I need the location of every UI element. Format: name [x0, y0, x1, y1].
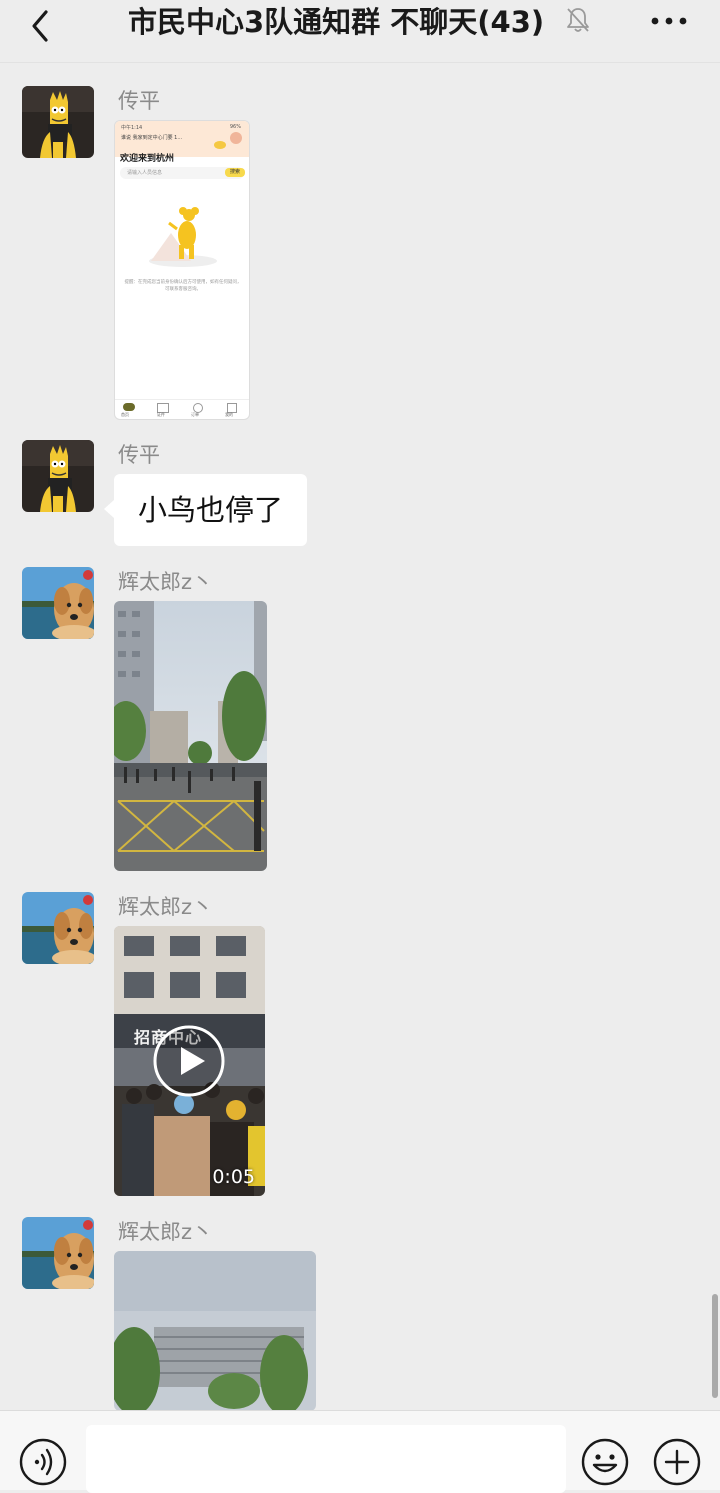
- play-icon[interactable]: [152, 1024, 226, 1098]
- screenshot-tab-label: 订单: [191, 412, 199, 417]
- image-message-screenshot[interactable]: 中午1:14 96% 谁说 我家到定中心门要 1... 欢迎来到杭州 请输入人员…: [114, 120, 250, 420]
- screenshot-status-battery: 96%: [229, 124, 241, 130]
- avatar-dog[interactable]: [22, 567, 94, 639]
- voice-input-icon[interactable]: [18, 1437, 68, 1487]
- more-options-icon[interactable]: [648, 8, 692, 34]
- input-bar: [0, 1410, 720, 1493]
- message-list[interactable]: 传平 中午1:14 96% 谁说 我家到定中心门要 1... 欢迎来到杭州 请输…: [0, 63, 720, 1410]
- sender-name: 辉太郎z丶: [118, 570, 214, 594]
- screenshot-tab-label: 我的: [225, 412, 233, 417]
- screenshot-tab-label: 证件: [157, 412, 165, 417]
- screenshot-appbar: 谁说 我家到定中心门要 1...: [121, 135, 183, 141]
- chat-header: 市民中心3队通知群 不聊天(43): [0, 0, 720, 63]
- screenshot-tabbar: 首页 证件 订单 我的: [115, 399, 249, 419]
- image-message-building[interactable]: [114, 1251, 316, 1410]
- screenshot-search-button: 搜索: [225, 168, 245, 177]
- screenshot-mascot-icon: [214, 141, 226, 149]
- scrollbar[interactable]: [712, 1294, 718, 1398]
- screenshot-empty-illustration: [149, 207, 217, 267]
- back-arrow-icon[interactable]: [22, 6, 62, 46]
- screenshot-search-hint: 请输入人员信息: [127, 170, 163, 176]
- avatar-dog[interactable]: [22, 1217, 94, 1289]
- screenshot-tab-label: 首页: [121, 412, 129, 417]
- sender-name: 传平: [118, 443, 160, 467]
- sender-name: 辉太郎z丶: [118, 1220, 214, 1244]
- image-message-street[interactable]: [114, 601, 267, 871]
- avatar-dog[interactable]: [22, 892, 94, 964]
- chat-title: 市民中心3队通知群 不聊天(43): [128, 5, 545, 39]
- emoji-icon[interactable]: [580, 1437, 630, 1487]
- screenshot-badge-icon: [230, 132, 242, 144]
- avatar-bart[interactable]: [22, 86, 94, 158]
- muted-bell-icon: [567, 8, 589, 32]
- video-duration: 0:05: [212, 1166, 255, 1188]
- sender-name: 辉太郎z丶: [118, 895, 214, 919]
- text-message-bubble[interactable]: 小鸟也停了: [103, 474, 308, 546]
- message-input[interactable]: [86, 1425, 566, 1493]
- screenshot-status-time: 中午1:14: [121, 125, 143, 131]
- more-functions-plus-icon[interactable]: [652, 1437, 702, 1487]
- screenshot-tab-home-icon: [123, 403, 135, 411]
- screenshot-welcome-text: 欢迎来到杭州: [120, 154, 175, 164]
- avatar-bart[interactable]: [22, 440, 94, 512]
- sender-name: 传平: [118, 89, 160, 113]
- screenshot-empty-text: 提醒：在完成您当前身份确认后方可使用，如有任何疑问，可联系客服咨询。: [124, 280, 242, 292]
- video-message[interactable]: 招商中心 0:05: [114, 926, 265, 1196]
